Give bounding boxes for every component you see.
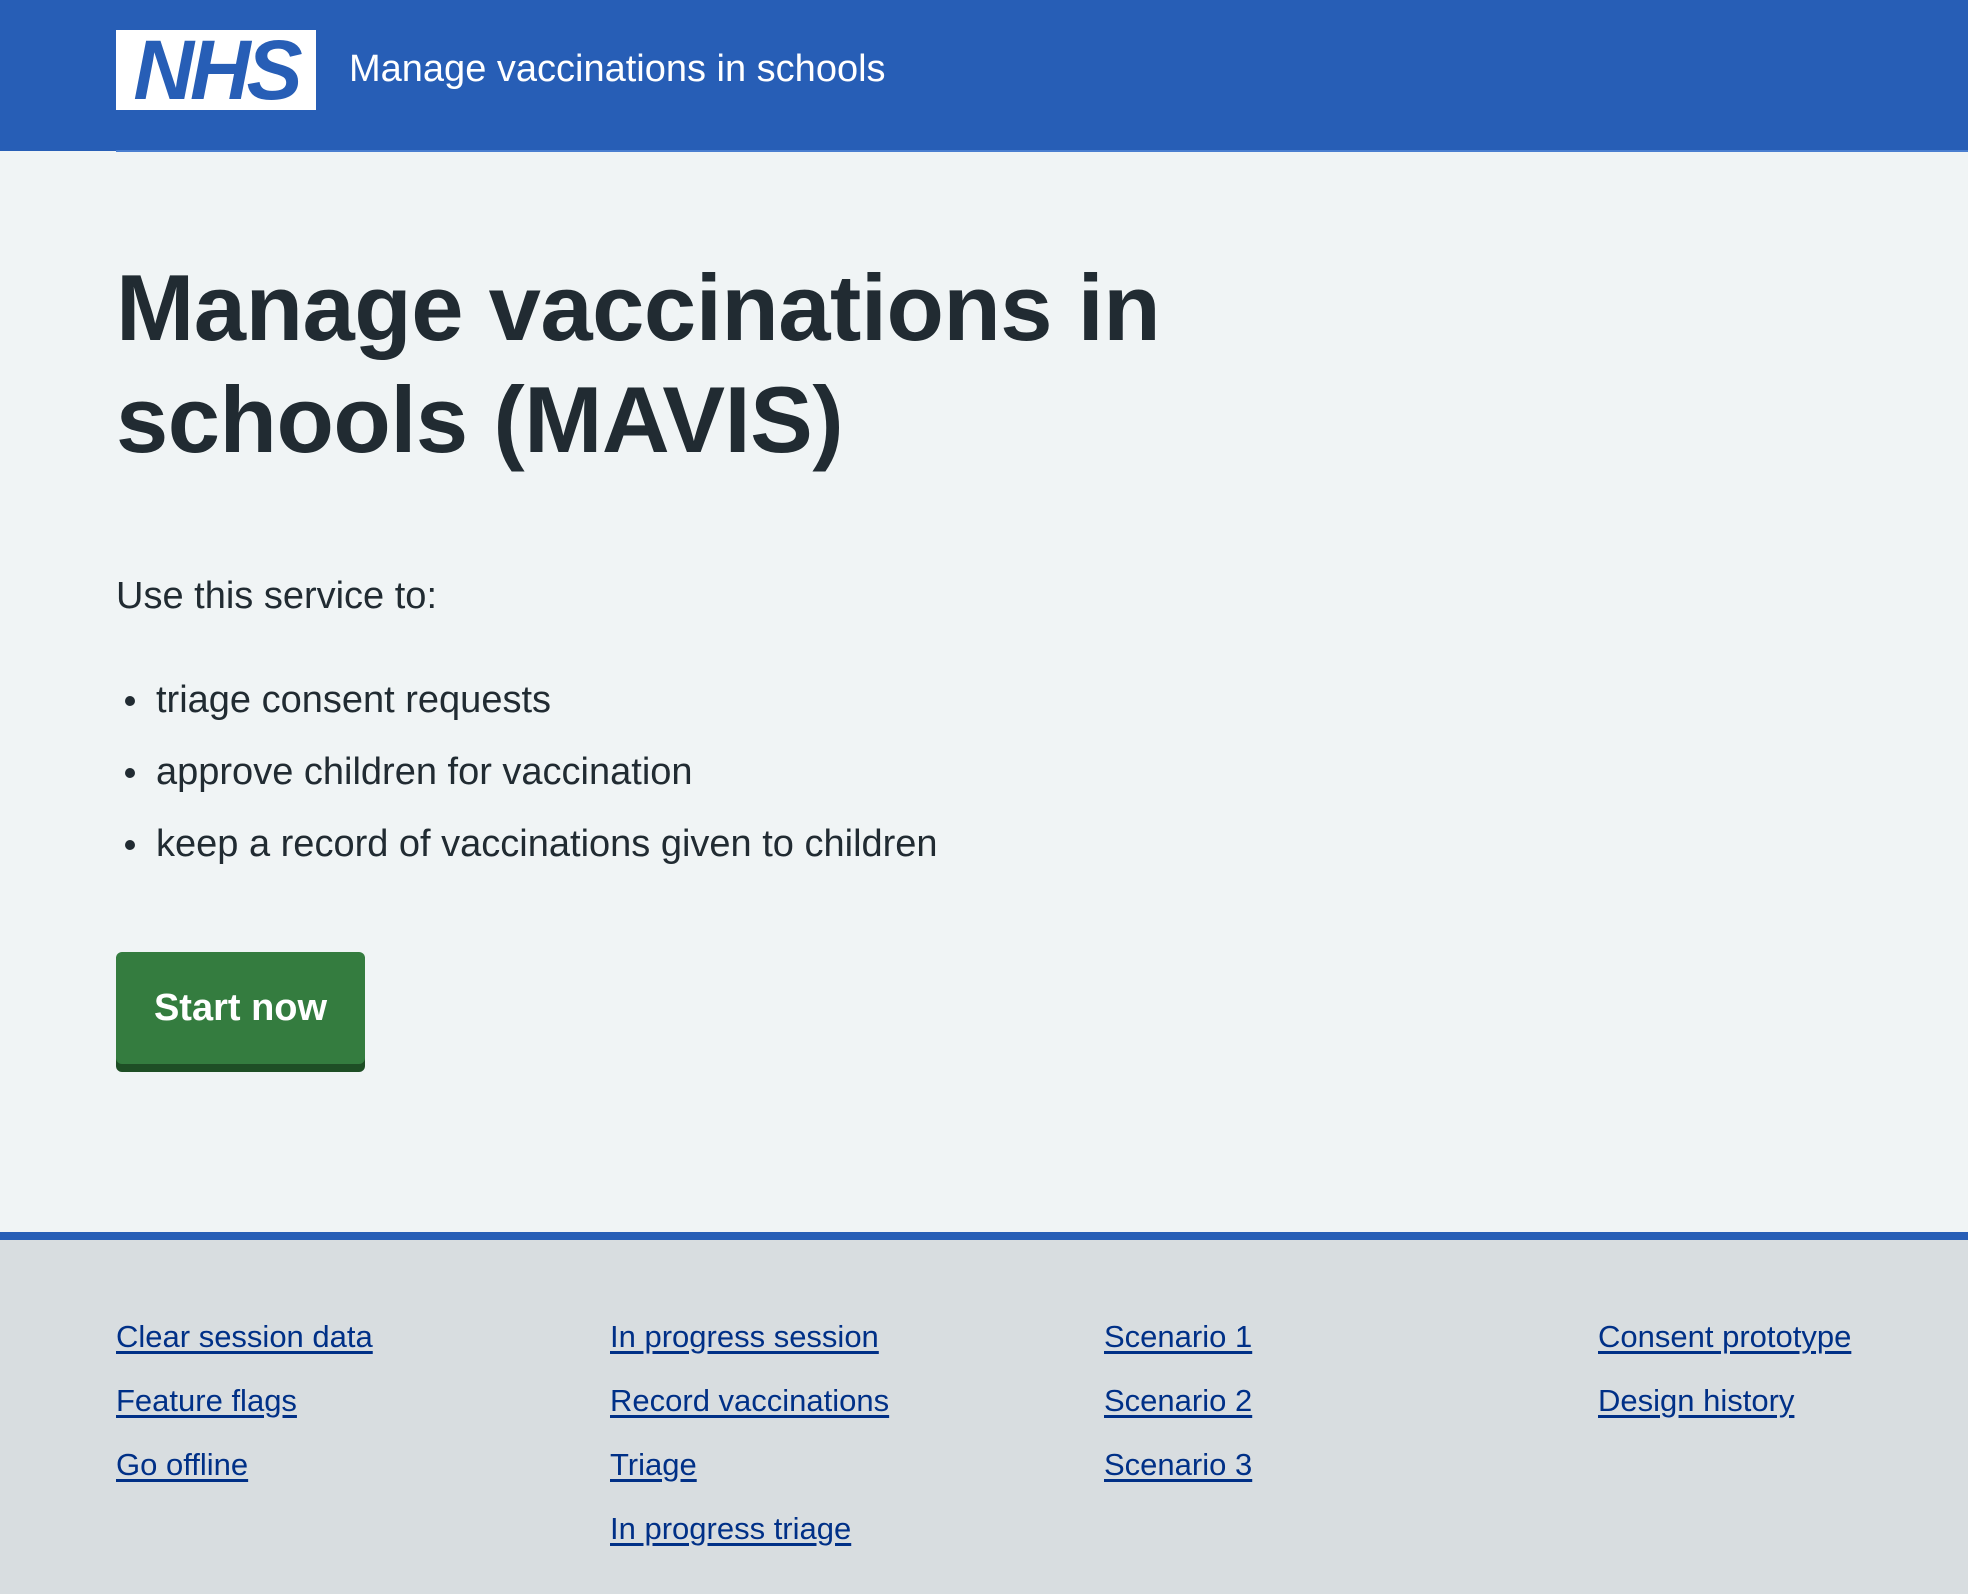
footer-column: Consent prototype Design history — [1598, 1314, 1851, 1442]
header-divider — [116, 150, 1968, 152]
list-item: approve children for vaccination — [116, 744, 938, 816]
bullet-icon — [125, 696, 135, 706]
footer-link-record-vaccinations[interactable]: Record vaccinations — [610, 1383, 889, 1418]
footer-link-scenario-2[interactable]: Scenario 2 — [1104, 1383, 1252, 1418]
svg-text:NHS: NHS — [133, 30, 302, 110]
bullet-icon — [125, 840, 135, 850]
site-footer: Clear session data Feature flags Go offl… — [0, 1232, 1968, 1594]
footer-column: Scenario 1 Scenario 2 Scenario 3 — [1104, 1314, 1252, 1506]
footer-column: Clear session data Feature flags Go offl… — [116, 1314, 373, 1506]
footer-link-in-progress-session[interactable]: In progress session — [610, 1319, 879, 1354]
service-name-link[interactable]: Manage vaccinations in schools — [349, 46, 886, 92]
footer-link-consent-prototype[interactable]: Consent prototype — [1598, 1319, 1851, 1354]
footer-link-in-progress-triage[interactable]: In progress triage — [610, 1511, 851, 1546]
list-item: keep a record of vaccinations given to c… — [116, 816, 938, 888]
footer-link-clear-session-data[interactable]: Clear session data — [116, 1319, 373, 1354]
footer-link-scenario-1[interactable]: Scenario 1 — [1104, 1319, 1252, 1354]
nhs-logo[interactable]: NHS — [116, 30, 316, 110]
site-header: NHS Manage vaccinations in schools — [0, 0, 1968, 152]
page-title: Manage vaccinations in schools (MAVIS) — [116, 255, 1161, 472]
footer-column: In progress session Record vaccinations … — [610, 1314, 889, 1570]
footer-link-go-offline[interactable]: Go offline — [116, 1447, 248, 1482]
footer-link-scenario-3[interactable]: Scenario 3 — [1104, 1447, 1252, 1482]
service-uses-list: triage consent requests approve children… — [116, 672, 938, 888]
nhs-logo-icon: NHS — [116, 30, 316, 110]
intro-text: Use this service to: — [116, 575, 437, 617]
bullet-icon — [125, 768, 135, 778]
list-item: triage consent requests — [116, 672, 938, 744]
footer-link-design-history[interactable]: Design history — [1598, 1383, 1794, 1418]
footer-link-feature-flags[interactable]: Feature flags — [116, 1383, 297, 1418]
footer-link-triage[interactable]: Triage — [610, 1447, 697, 1482]
start-now-button[interactable]: Start now — [116, 952, 365, 1064]
